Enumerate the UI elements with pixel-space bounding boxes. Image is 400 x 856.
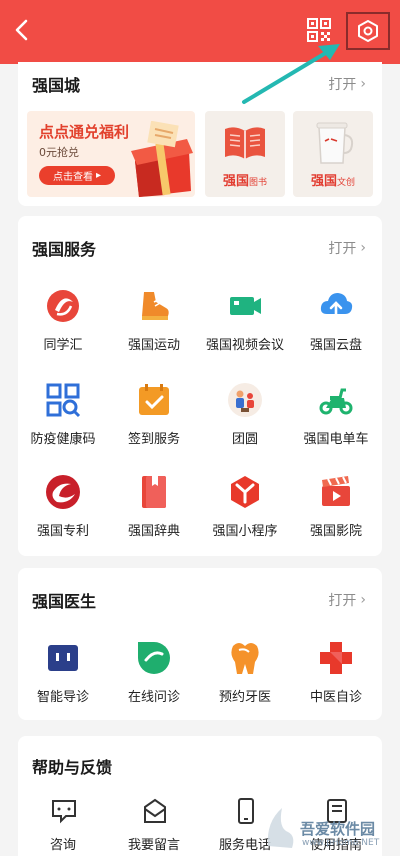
tile-books-label: 强国图书: [205, 170, 285, 189]
gift-box-icon: [131, 121, 193, 197]
promo-view-button[interactable]: 点击查看 ▸: [39, 166, 115, 185]
doctor-title: 强国医生: [32, 592, 97, 611]
chevron-right-icon: ›: [360, 76, 366, 92]
doctor-dentist[interactable]: 预约牙医: [200, 640, 290, 716]
cloud-upload-icon: [320, 293, 353, 322]
mall-tile-culture[interactable]: 强国文创: [293, 111, 373, 197]
qr-code-button[interactable]: [306, 17, 332, 43]
doctor-label: 中医自诊: [309, 690, 362, 705]
service-label: 强国辞典: [127, 524, 180, 539]
service-patent[interactable]: 强国专利: [18, 474, 108, 550]
service-label: 强国影院: [309, 524, 362, 539]
chat-icon: [52, 800, 76, 824]
service-ebike[interactable]: 强国电单车: [291, 382, 381, 458]
services-title: 强国服务: [32, 240, 97, 259]
mail-icon: [144, 798, 166, 823]
service-label: 团圆: [231, 432, 258, 447]
mall-open-label: 打开: [328, 77, 357, 93]
doctor-label: 预约牙医: [218, 690, 271, 705]
service-cloud-disk[interactable]: 强国云盘: [291, 288, 381, 364]
doctor-open-label: 打开: [328, 593, 357, 609]
service-dictionary[interactable]: 强国辞典: [109, 474, 199, 550]
service-reunion[interactable]: 团圆: [200, 382, 290, 458]
mall-open-link[interactable]: 打开 ›: [328, 74, 366, 94]
service-label: 强国运动: [127, 338, 180, 353]
promo-button-label: 点击查看: [52, 172, 93, 183]
doctor-card: 强国医生 打开 › 智能导诊 在线问诊 预约牙医 中医自诊: [18, 568, 382, 720]
tile-books-brand: 强国: [222, 174, 249, 189]
online-consult-icon: [138, 642, 170, 674]
service-label: 强国专利: [36, 524, 89, 539]
watermark-url: www.pHome.NET: [302, 838, 380, 848]
chevron-right-icon: ›: [360, 240, 366, 256]
video-meeting-icon: [230, 297, 261, 315]
help-consult[interactable]: 咨询: [18, 798, 108, 856]
services-open-link[interactable]: 打开 ›: [328, 238, 366, 258]
back-button[interactable]: [8, 16, 36, 44]
promo-title: 点点通兑福利: [39, 123, 130, 141]
promo-banner[interactable]: 点点通兑福利 0元抢兑 点击查看 ▸: [27, 111, 195, 197]
ebike-icon: [319, 388, 353, 415]
help-label: 我要留言: [127, 838, 180, 853]
service-label: 防疫健康码: [30, 432, 96, 447]
phone-icon: [238, 798, 254, 824]
cup-icon: [316, 122, 354, 164]
service-label: 同学汇: [43, 338, 83, 353]
help-title: 帮助与反馈: [32, 758, 113, 777]
service-checkin[interactable]: 签到服务: [109, 382, 199, 458]
watermark-text: 吾爱软件园: [300, 820, 376, 838]
service-tongxuehui[interactable]: 同学汇: [18, 288, 108, 364]
smart-guide-icon: [48, 645, 78, 671]
reunion-icon: [228, 383, 262, 417]
tile-culture-brand: 强国: [310, 174, 337, 189]
hexagon-settings-icon: [358, 20, 378, 42]
health-qr-icon: [46, 383, 81, 418]
help-label: 咨询: [49, 838, 76, 853]
service-video-meeting[interactable]: 强国视频会议: [200, 288, 290, 364]
watermark: 吾爱软件园 www.pHome.NET: [262, 800, 396, 856]
help-message[interactable]: 我要留言: [109, 798, 199, 856]
tooth-icon: [231, 643, 259, 674]
promo-subtitle: 0元抢兑: [39, 146, 79, 159]
tile-culture-sub: 文创: [337, 178, 356, 188]
service-label: 强国小程序: [212, 524, 278, 539]
patent-icon: [46, 475, 80, 509]
services-open-label: 打开: [328, 241, 357, 257]
doctor-label: 智能导诊: [36, 690, 89, 705]
cinema-icon: [322, 476, 350, 506]
service-label: 强国电单车: [303, 432, 369, 447]
service-health-code[interactable]: 防疫健康码: [18, 382, 108, 458]
tongxuehui-icon: [47, 290, 79, 322]
play-arrow-icon: ▸: [95, 170, 102, 181]
settings-button[interactable]: [346, 12, 390, 50]
dictionary-icon: [142, 476, 166, 508]
back-arrow-icon: [15, 19, 28, 41]
sport-shoe-icon: [142, 292, 169, 320]
mall-card: 强国城 打开 › 点点通兑福利 0元抢兑 点击查看 ▸ 强国图书 强国文创: [18, 62, 382, 206]
service-label: 强国视频会议: [205, 338, 284, 353]
tile-culture-label: 强国文创: [293, 170, 373, 189]
service-sport[interactable]: 强国运动: [109, 288, 199, 364]
service-label: 签到服务: [127, 432, 180, 447]
book-icon: [225, 127, 265, 159]
doctor-smart-guide[interactable]: 智能导诊: [18, 640, 108, 716]
doctor-label: 在线问诊: [127, 690, 180, 705]
mall-title: 强国城: [32, 76, 81, 95]
medical-cross-icon: [320, 642, 352, 674]
service-label: 强国云盘: [309, 338, 362, 353]
mini-program-icon: [231, 476, 259, 508]
services-card: 强国服务 打开 › 同学汇 强国运动 强国视频会议 强国云盘 防疫健康码 签到服…: [18, 216, 382, 556]
qr-code-icon: [307, 18, 331, 42]
watermark-logo-icon: [267, 808, 294, 848]
doctor-tcm[interactable]: 中医自诊: [291, 640, 381, 716]
doctor-online-consult[interactable]: 在线问诊: [109, 640, 199, 716]
service-cinema[interactable]: 强国影院: [291, 474, 381, 550]
top-bar: [0, 0, 400, 64]
doctor-open-link[interactable]: 打开 ›: [328, 590, 366, 610]
mall-tile-books[interactable]: 强国图书: [205, 111, 285, 197]
tile-books-sub: 图书: [249, 178, 268, 188]
checkin-icon: [139, 384, 169, 415]
service-mini-program[interactable]: 强国小程序: [200, 474, 290, 550]
chevron-right-icon: ›: [360, 592, 366, 608]
